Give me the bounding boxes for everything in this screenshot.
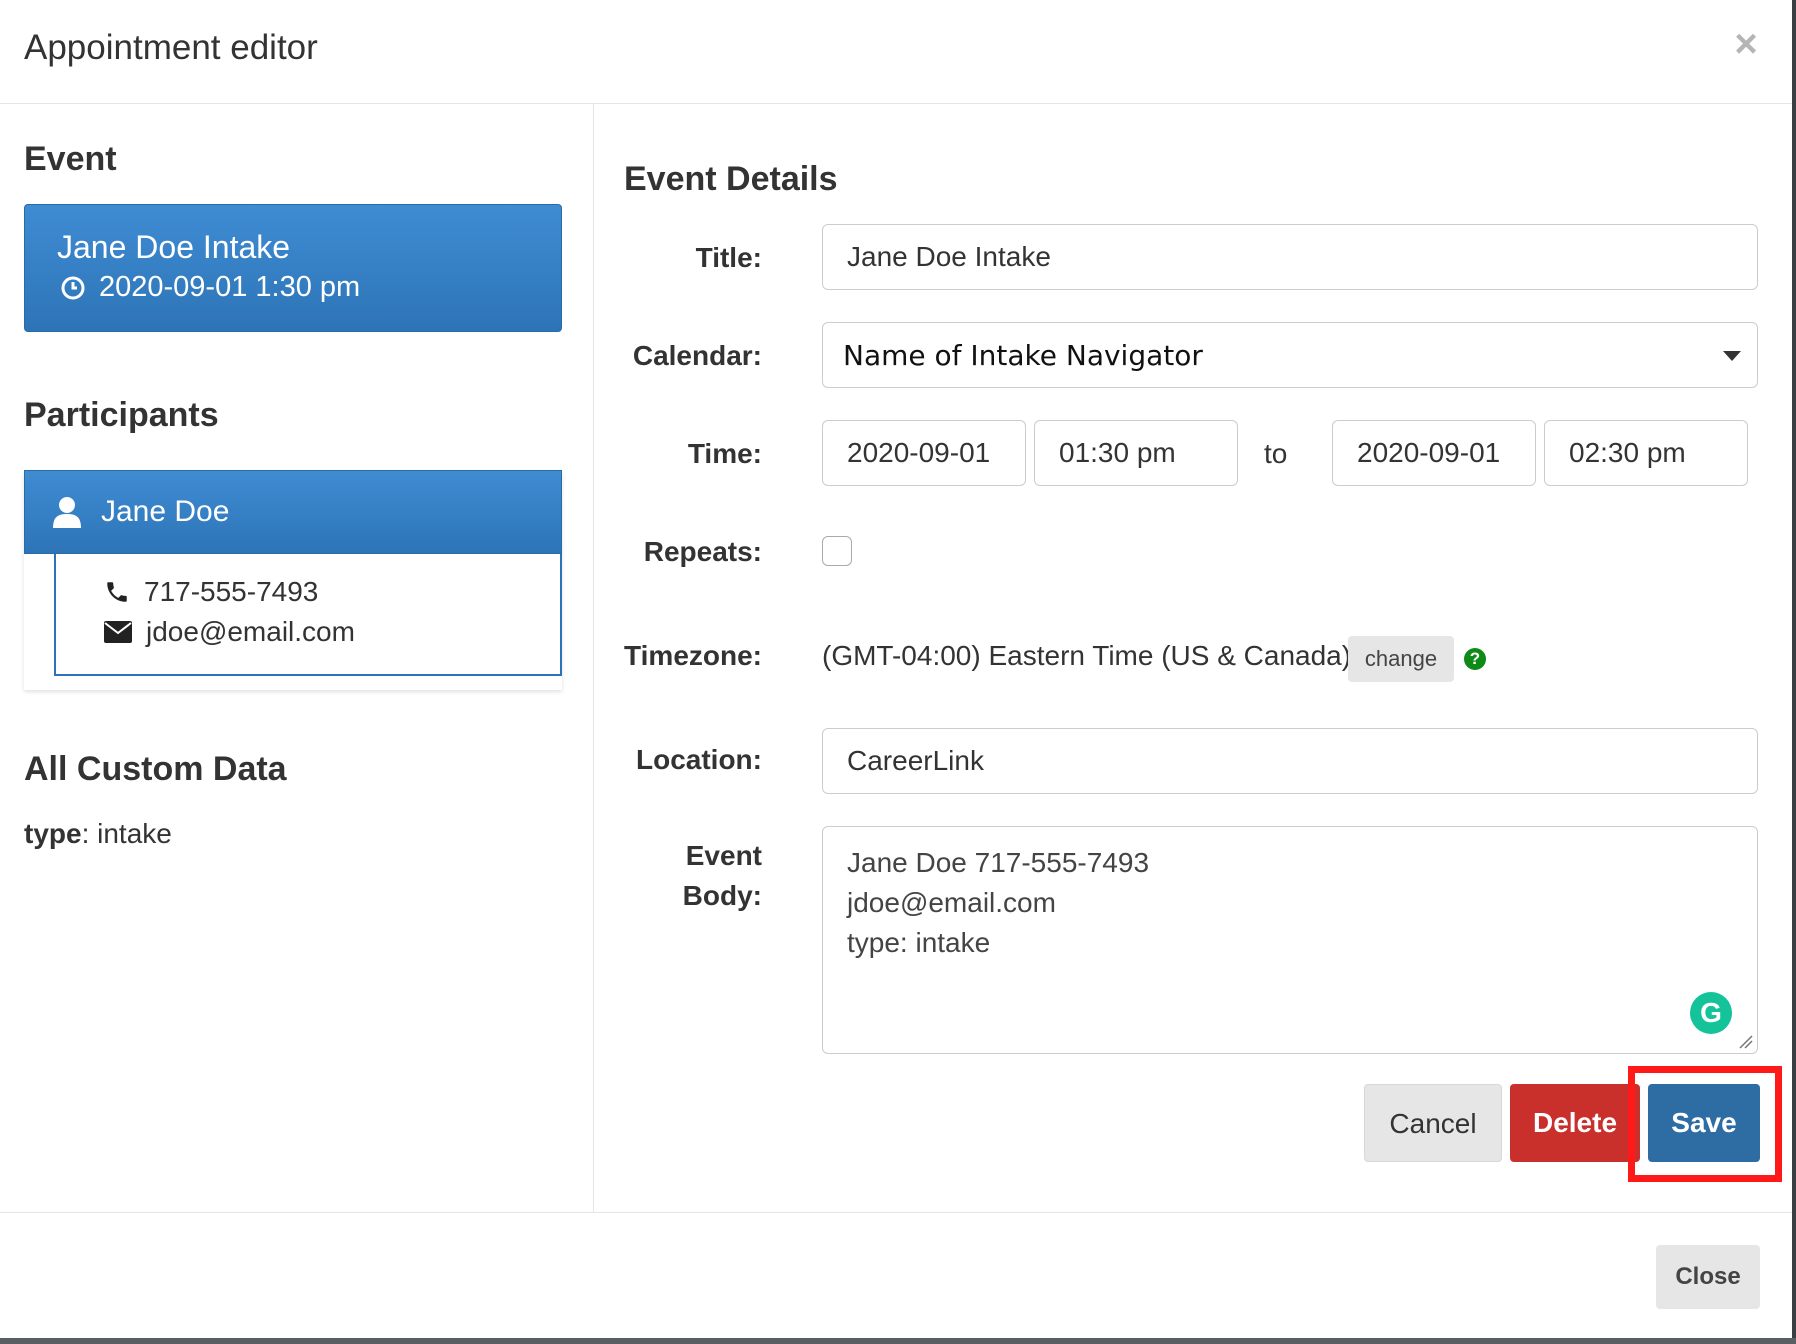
- clock-icon: [61, 276, 85, 299]
- highlight-box: [1628, 1066, 1782, 1182]
- start-time-value: 01:30 pm: [1059, 437, 1176, 468]
- title-input-value: Jane Doe Intake: [847, 241, 1051, 272]
- left-panel: Event Jane Doe Intake 2020-09-01 1:30 pm…: [0, 104, 594, 1212]
- close-icon[interactable]: ×: [1728, 20, 1764, 68]
- participant-name: Jane Doe: [101, 495, 230, 528]
- phone-icon: [107, 582, 127, 602]
- event-details-panel: Event Details Title: Jane Doe Intake Cal…: [594, 104, 1792, 1212]
- event-body-label-line1: Event: [685, 840, 762, 871]
- calendar-select[interactable]: Name of Intake Navigator: [822, 322, 1758, 388]
- repeats-label: Repeats:: [643, 536, 762, 567]
- event-body-label-line2: Body:: [682, 880, 762, 911]
- custom-data-item: type: intake: [24, 818, 172, 850]
- grammarly-icon[interactable]: G: [1690, 992, 1732, 1034]
- close-button[interactable]: Close: [1656, 1245, 1760, 1309]
- start-time-input[interactable]: 01:30 pm: [1034, 420, 1238, 486]
- user-icon: [53, 497, 81, 528]
- participant-details: 717-555-7493 jdoe@email.com: [54, 554, 562, 676]
- event-body-textarea[interactable]: Jane Doe 717-555-7493 jdoe@email.com typ…: [822, 826, 1758, 1054]
- event-body-line: jdoe@email.com: [847, 887, 1056, 918]
- participant-email: jdoe@email.com: [146, 616, 355, 647]
- title-input[interactable]: Jane Doe Intake: [822, 224, 1758, 290]
- participants-heading: Participants: [24, 396, 219, 434]
- custom-data-value: : intake: [81, 818, 172, 849]
- backdrop-edge: [1792, 0, 1796, 1344]
- appointment-editor-modal: Appointment editor × Event Jane Doe Inta…: [0, 0, 1792, 1338]
- timezone-label: Timezone:: [624, 640, 762, 671]
- calendar-select-value: Name of Intake Navigator: [843, 338, 1203, 372]
- timezone-change-button[interactable]: change: [1348, 636, 1454, 682]
- help-icon[interactable]: ?: [1464, 648, 1486, 670]
- modal-header: Appointment editor ×: [0, 0, 1792, 104]
- location-input-value: CareerLink: [847, 745, 984, 776]
- end-time-input[interactable]: 02:30 pm: [1544, 420, 1748, 486]
- start-date-input[interactable]: 2020-09-01: [822, 420, 1026, 486]
- start-date-value: 2020-09-01: [847, 437, 991, 468]
- chevron-down-icon: [1723, 351, 1741, 361]
- modal-footer: Close: [0, 1212, 1792, 1338]
- delete-button[interactable]: Delete: [1510, 1084, 1640, 1162]
- custom-data-heading: All Custom Data: [24, 750, 287, 788]
- calendar-label: Calendar:: [632, 340, 762, 371]
- envelope-icon: [104, 621, 132, 643]
- timezone-value: (GMT-04:00) Eastern Time (US & Canada): [822, 640, 1352, 671]
- event-body-line: type: intake: [847, 927, 991, 958]
- event-heading: Event: [24, 140, 117, 178]
- event-card-title: Jane Doe Intake: [57, 229, 291, 265]
- location-label: Location:: [636, 744, 762, 775]
- cancel-button[interactable]: Cancel: [1364, 1084, 1502, 1162]
- repeats-checkbox[interactable]: [822, 536, 852, 566]
- participant-card: Jane Doe 717-555-7493 jdoe@email.com: [24, 470, 562, 690]
- event-card[interactable]: Jane Doe Intake 2020-09-01 1:30 pm: [24, 204, 562, 332]
- resize-grip-icon[interactable]: [1738, 1034, 1754, 1050]
- to-label: to: [1264, 438, 1288, 469]
- participant-phone: 717-555-7493: [144, 576, 319, 607]
- end-date-input[interactable]: 2020-09-01: [1332, 420, 1536, 486]
- event-body-line: Jane Doe 717-555-7493: [847, 847, 1150, 878]
- custom-data-key: type: [24, 818, 82, 849]
- event-details-heading: Event Details: [624, 160, 838, 198]
- event-card-datetime: 2020-09-01 1:30 pm: [99, 271, 361, 303]
- participant-header[interactable]: Jane Doe: [24, 470, 562, 554]
- modal-title: Appointment editor: [24, 28, 318, 67]
- location-input[interactable]: CareerLink: [822, 728, 1758, 794]
- title-label: Title:: [695, 242, 762, 273]
- end-date-value: 2020-09-01: [1357, 437, 1501, 468]
- backdrop-bottom-edge: [0, 1338, 1796, 1344]
- end-time-value: 02:30 pm: [1569, 437, 1686, 468]
- time-label: Time:: [687, 438, 762, 469]
